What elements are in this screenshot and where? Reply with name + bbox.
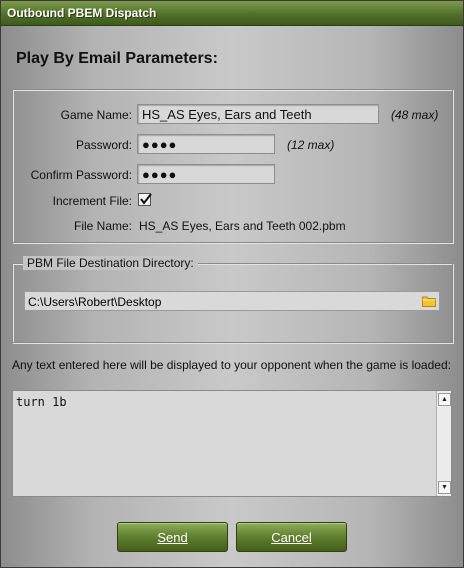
send-button-label: Send — [157, 530, 188, 545]
file-name-label: File Name: — [73, 219, 132, 233]
password-label: Password: — [75, 138, 132, 152]
file-name-value: HS_AS Eyes, Ears and Teeth 002.pbm — [139, 219, 346, 233]
password-field[interactable]: ●●●● — [137, 134, 275, 154]
game-name-field[interactable]: HS_AS Eyes, Ears and Teeth — [137, 104, 379, 124]
increment-file-label: Increment File: — [52, 194, 132, 208]
message-text: turn 1b — [16, 395, 67, 409]
destination-legend: PBM File Destination Directory: — [23, 256, 198, 270]
increment-file-checkbox[interactable] — [138, 193, 152, 206]
confirm-password-field[interactable]: ●●●● — [137, 164, 275, 184]
game-name-label: Game Name: — [60, 108, 132, 122]
window-title: Outbound PBEM Dispatch — [7, 6, 157, 20]
confirm-password-label: Confirm Password: — [30, 168, 132, 182]
scroll-up-button[interactable]: ▲ — [438, 393, 451, 406]
page-title: Play By Email Parameters: — [16, 50, 218, 67]
password-max-note: (12 max) — [287, 138, 335, 152]
scroll-down-button[interactable]: ▼ — [438, 481, 451, 494]
message-hint: Any text entered here will be displayed … — [12, 358, 451, 372]
cancel-button[interactable]: Cancel — [236, 522, 347, 552]
cancel-button-label: Cancel — [271, 530, 312, 545]
send-button[interactable]: Send — [117, 522, 228, 552]
destination-path-text: C:\Users\Robert\Desktop — [28, 295, 162, 309]
checkmark-icon — [140, 193, 152, 205]
title-bar[interactable]: Outbound PBEM Dispatch — [1, 1, 463, 26]
vertical-scrollbar[interactable]: ▲ ▼ — [436, 391, 451, 496]
message-textarea[interactable]: turn 1b ▲ ▼ — [12, 390, 452, 497]
pbem-dispatch-window: Outbound PBEM Dispatch Play By Email Par… — [0, 0, 464, 568]
game-name-max-note: (48 max) — [391, 108, 439, 122]
destination-path-field[interactable]: C:\Users\Robert\Desktop — [24, 291, 440, 311]
folder-icon[interactable] — [422, 295, 436, 310]
